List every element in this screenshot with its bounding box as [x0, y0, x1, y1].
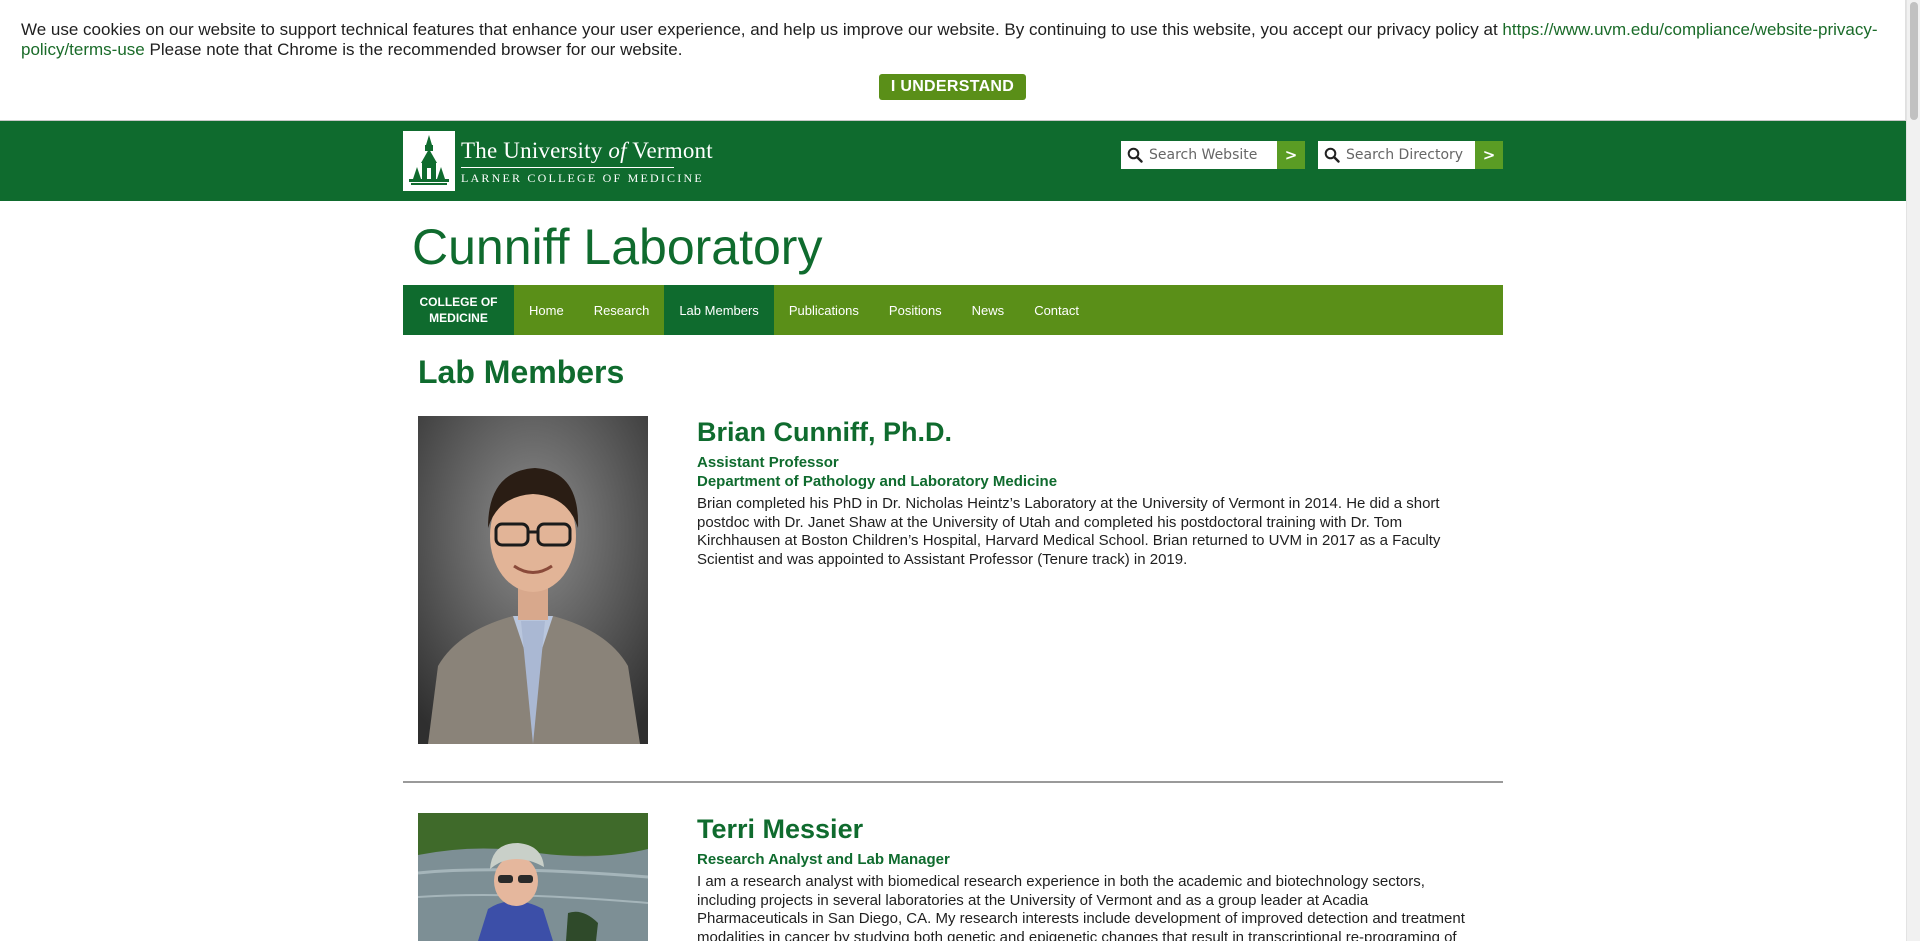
member-title: Assistant Professor: [697, 454, 839, 471]
cookie-accept-button[interactable]: I UNDERSTAND: [879, 74, 1026, 100]
logo-rule: [461, 167, 674, 168]
scrollbar-thumb[interactable]: [1910, 2, 1918, 120]
main-nav: COLLEGE OF MEDICINE Home Research Lab Me…: [403, 285, 1503, 335]
member-bio: Brian completed his PhD in Dr. Nicholas …: [697, 495, 1441, 568]
search-directory-input[interactable]: [1346, 141, 1475, 169]
cookie-message: We use cookies on our website to support…: [21, 20, 1891, 60]
search-icon: [1318, 141, 1346, 169]
member-name: Terri Messier: [697, 814, 864, 844]
member-photo: [418, 813, 648, 941]
nav-item-positions[interactable]: Positions: [874, 285, 957, 335]
browser-note: Please note that Chrome is the recommend…: [149, 40, 683, 59]
uvm-logo[interactable]: The University of Vermont LARNER COLLEGE…: [403, 131, 713, 191]
cookie-text: We use cookies on our website to support…: [21, 20, 1498, 39]
nav-item-contact[interactable]: Contact: [1019, 285, 1094, 335]
college-name: LARNER COLLEGE OF MEDICINE: [461, 171, 704, 185]
member-photo: [418, 416, 648, 744]
member-title: Research Analyst and Lab Manager: [697, 851, 950, 868]
page-scrollbar[interactable]: [1906, 0, 1920, 941]
member-bio: I am a research analyst with biomedical …: [697, 873, 1465, 941]
nav-item-lab-members[interactable]: Lab Members: [664, 285, 774, 335]
search-icon: [1121, 141, 1149, 169]
site-title[interactable]: Cunniff Laboratory: [412, 218, 822, 276]
tower-icon: [403, 131, 455, 191]
member-department: Department of Pathology and Laboratory M…: [697, 473, 1058, 490]
nav-item-research[interactable]: Research: [579, 285, 665, 335]
member-info: Terri Messier Research Analyst and Lab M…: [697, 813, 1483, 941]
nav-item-news[interactable]: News: [957, 285, 1020, 335]
member-card: Brian Cunniff, Ph.D. Assistant Professor…: [418, 416, 1503, 746]
site-header: The University of Vermont LARNER COLLEGE…: [0, 121, 1906, 201]
member-name: Brian Cunniff, Ph.D.: [697, 417, 952, 447]
search-website-box: >: [1121, 141, 1305, 169]
member-info: Brian Cunniff, Ph.D. Assistant Professor…: [697, 416, 1483, 569]
search-directory-submit[interactable]: >: [1475, 141, 1503, 169]
page-title: Lab Members: [418, 354, 625, 390]
member-divider: [403, 781, 1503, 783]
nav-item-home[interactable]: Home: [514, 285, 579, 335]
university-name: The University of Vermont: [461, 138, 713, 163]
search-website-input[interactable]: [1149, 141, 1277, 169]
search-directory-box: >: [1318, 141, 1503, 169]
member-card: Terri Messier Research Analyst and Lab M…: [418, 813, 1503, 941]
search-website-submit[interactable]: >: [1277, 141, 1305, 169]
nav-item-publications[interactable]: Publications: [774, 285, 874, 335]
cookie-banner: We use cookies on our website to support…: [0, 0, 1906, 121]
nav-college-of-medicine[interactable]: COLLEGE OF MEDICINE: [403, 285, 514, 335]
logo-wordmark: The University of Vermont LARNER COLLEGE…: [461, 131, 713, 191]
